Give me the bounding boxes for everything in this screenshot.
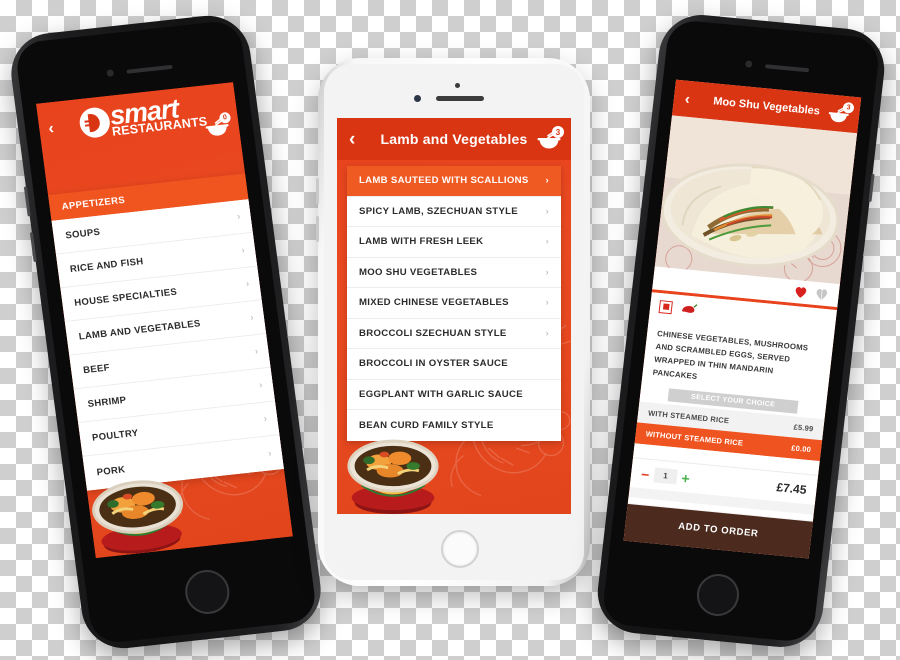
dish-list: LAMB SAUTEED WITH SCALLIONS › SPICY LAMB… xyxy=(347,166,561,441)
category-label: SOUPS xyxy=(64,226,101,242)
chevron-right-icon: › xyxy=(545,297,549,309)
quantity-value[interactable]: 1 xyxy=(653,467,678,485)
home-button[interactable] xyxy=(694,572,742,618)
dish-label: BROCCOLI IN OYSTER SAUCE xyxy=(359,358,508,370)
home-button[interactable] xyxy=(182,567,233,617)
list-item[interactable]: SPICY LAMB, SZECHUAN STYLE › xyxy=(347,196,561,227)
moo-shu-pancakes-photo xyxy=(654,115,858,285)
proximity-sensor-icon xyxy=(455,83,460,88)
category-rows: SOUPS › RICE AND FISH › HOUSE SPECIALTIE… xyxy=(51,198,286,491)
phone2-topbar: ‹ Lamb and Vegetables 3 xyxy=(337,118,571,160)
list-item[interactable]: LAMB WITH FRESH LEEK › xyxy=(347,227,561,258)
category-label: HOUSE SPECIALTIES xyxy=(73,286,178,309)
chevron-right-icon: › xyxy=(258,379,264,392)
chili-pepper-icon xyxy=(681,304,698,313)
category-label: SHRIMP xyxy=(87,394,128,410)
noodle-bowl-photo xyxy=(347,439,439,514)
cart-badge: 3 xyxy=(552,126,564,138)
chevron-right-icon: › xyxy=(236,211,242,223)
phone2-screen: ‹ Lamb and Vegetables 3 LAMB SAUTEED WIT… xyxy=(337,118,571,514)
increase-quantity-button[interactable]: + xyxy=(681,470,691,487)
phone2-bezel: ‹ Lamb and Vegetables 3 LAMB SAUTEED WIT… xyxy=(324,64,584,580)
list-item[interactable]: MOO SHU VEGETABLES › xyxy=(347,257,561,288)
option-label: WITH STEAMED RICE xyxy=(647,408,730,426)
dish-label: SPICY LAMB, SZECHUAN STYLE xyxy=(359,205,519,217)
chevron-right-icon: › xyxy=(249,312,255,324)
phone-left-menu-categories: ‹ smart RESTAURANTS 0 APPETIZERS SOUPS ›… xyxy=(6,11,326,653)
chevron-right-icon: › xyxy=(545,175,549,187)
dish-label: MOO SHU VEGETABLES xyxy=(359,266,478,278)
phone-center-dish-list: ‹ Lamb and Vegetables 3 LAMB SAUTEED WIT… xyxy=(316,58,590,586)
dish-label: EGGPLANT WITH GARLIC SAUCE xyxy=(359,388,523,400)
dish-label: MIXED CHINESE VEGETABLES xyxy=(359,297,509,309)
volume-down-button[interactable] xyxy=(316,216,319,242)
screenshot-stage: ‹ smart RESTAURANTS 0 APPETIZERS SOUPS ›… xyxy=(0,0,900,660)
option-price: £0.00 xyxy=(790,443,812,455)
phone-right-dish-detail: ‹ Moo Shu Vegetables 3 CHINESE VEGETABLE… xyxy=(593,11,889,651)
chevron-right-icon: › xyxy=(254,346,260,358)
category-label: BEEF xyxy=(82,362,111,377)
chevron-right-icon: › xyxy=(240,244,246,257)
phone1-body: ‹ smart RESTAURANTS 0 APPETIZERS SOUPS ›… xyxy=(6,11,326,653)
option-price: £5.99 xyxy=(793,422,814,434)
front-camera-icon xyxy=(106,69,115,77)
decrease-quantity-button[interactable]: − xyxy=(640,466,650,483)
chevron-right-icon: › xyxy=(545,266,549,278)
list-item[interactable]: BROCCOLI IN OYSTER SAUCE xyxy=(347,349,561,380)
category-label: RICE AND FISH xyxy=(69,256,145,276)
bowl-fork-logo-icon xyxy=(77,106,112,140)
front-camera-icon xyxy=(414,95,421,102)
phone3-screen: ‹ Moo Shu Vegetables 3 CHINESE VEGETABLE… xyxy=(623,79,862,559)
app-categories-screen: ‹ smart RESTAURANTS 0 APPETIZERS SOUPS ›… xyxy=(36,82,293,559)
category-label: LAMB AND VEGETABLES xyxy=(78,318,202,343)
home-button[interactable] xyxy=(441,530,479,568)
dish-photo xyxy=(654,115,858,285)
volume-up-button[interactable] xyxy=(316,178,319,204)
list-item[interactable]: EGGPLANT WITH GARLIC SAUCE xyxy=(347,379,561,410)
chevron-right-icon: › xyxy=(545,205,549,217)
dish-label: LAMB WITH FRESH LEEK xyxy=(359,236,484,248)
chevron-right-icon: › xyxy=(245,278,251,290)
vegetarian-badge-icon xyxy=(658,299,673,314)
app-dish-list-screen: ‹ Lamb and Vegetables 3 LAMB SAUTEED WIT… xyxy=(337,118,571,514)
category-list: APPETIZERS SOUPS › RICE AND FISH › HOUSE… xyxy=(48,173,286,491)
chevron-right-icon: › xyxy=(545,327,549,339)
chevron-right-icon: › xyxy=(263,413,268,425)
app-dish-detail-screen: ‹ Moo Shu Vegetables 3 CHINESE VEGETABLE… xyxy=(623,79,862,559)
phone1-screen: ‹ smart RESTAURANTS 0 APPETIZERS SOUPS ›… xyxy=(36,82,293,559)
dish-label: BROCCOLI SZECHUAN STYLE xyxy=(359,327,507,339)
dish-label: LAMB SAUTEED WITH SCALLIONS xyxy=(359,175,529,187)
list-item[interactable]: BROCCOLI SZECHUAN STYLE › xyxy=(347,318,561,349)
back-button[interactable]: ‹ xyxy=(345,130,355,149)
chevron-right-icon: › xyxy=(267,447,273,459)
total-price: £7.45 xyxy=(775,480,808,497)
cart-button[interactable]: 3 xyxy=(536,126,564,151)
phone3-bezel: ‹ Moo Shu Vegetables 3 CHINESE VEGETABLE… xyxy=(601,18,881,644)
phone2-body: ‹ Lamb and Vegetables 3 LAMB SAUTEED WIT… xyxy=(318,58,590,586)
category-label: POULTRY xyxy=(91,427,140,444)
earpiece-speaker xyxy=(126,64,173,74)
earpiece-speaker xyxy=(436,96,484,101)
noodle-bowl-photo xyxy=(92,480,184,554)
list-item[interactable]: MIXED CHINESE VEGETABLES › xyxy=(347,288,561,319)
cart-button[interactable]: 3 xyxy=(826,101,855,125)
phone1-bezel: ‹ smart RESTAURANTS 0 APPETIZERS SOUPS ›… xyxy=(14,19,318,645)
list-item[interactable]: LAMB SAUTEED WITH SCALLIONS › xyxy=(347,166,561,197)
cart-button[interactable]: 0 xyxy=(203,111,232,140)
phone3-body: ‹ Moo Shu Vegetables 3 CHINESE VEGETABLE… xyxy=(593,11,889,651)
chevron-right-icon: › xyxy=(545,236,549,248)
front-camera-icon xyxy=(744,60,753,68)
heart-filled-icon[interactable] xyxy=(793,285,808,299)
earpiece-speaker xyxy=(764,64,810,73)
heart-outline-icon[interactable] xyxy=(814,287,829,301)
